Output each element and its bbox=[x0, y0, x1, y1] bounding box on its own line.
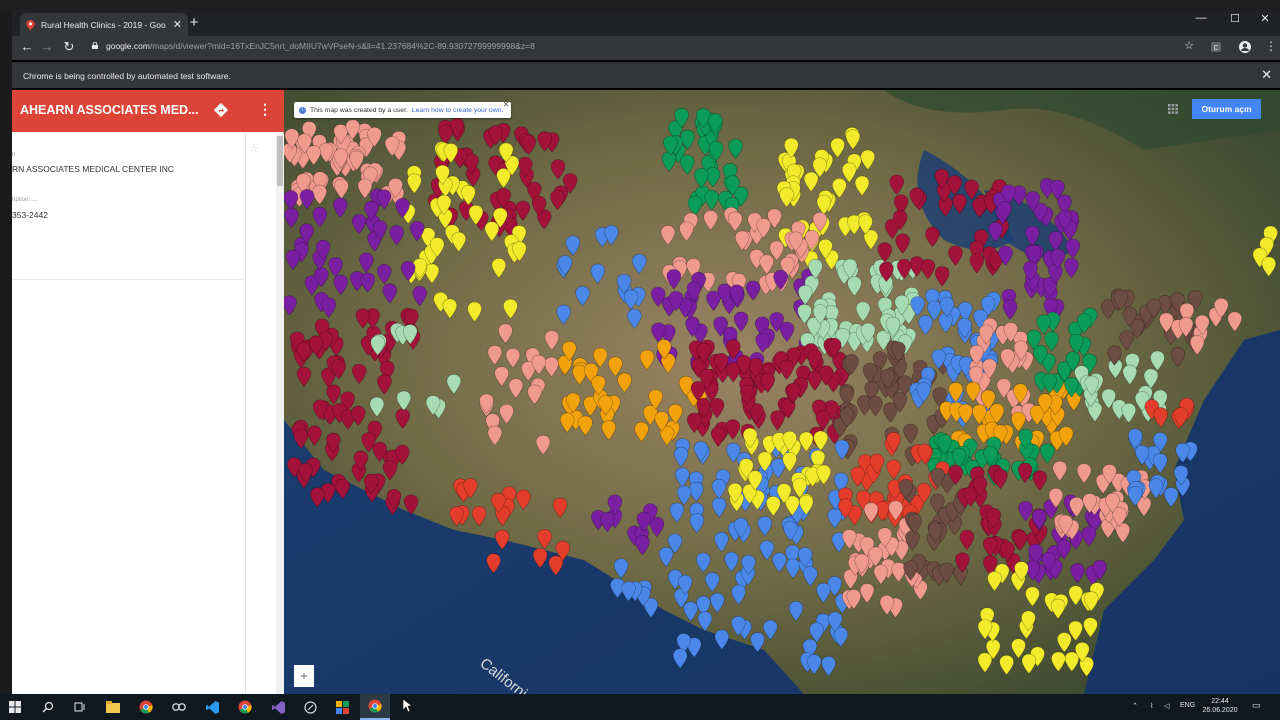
url-field[interactable]: google.com/maps/d/viewer?mid=16TxEnJC5nr… bbox=[106, 41, 535, 51]
user-map-notice: i This map was created by a user. Learn … bbox=[294, 100, 512, 118]
start-icon[interactable] bbox=[0, 694, 30, 720]
infobar-message: Chrome is being controlled by automated … bbox=[23, 71, 231, 81]
satellite-map[interactable]: California bbox=[284, 90, 1280, 694]
desktop-strip bbox=[0, 10, 12, 694]
reload-icon[interactable]: ↻ bbox=[60, 39, 78, 55]
url-path: /maps/d/viewer?mid=16TxEnJC5nrt_doMIIU7w… bbox=[149, 41, 535, 51]
field-name-value: RN ASSOCIATES MEDICAL CENTER INC bbox=[12, 164, 174, 174]
svg-text:C: C bbox=[1213, 45, 1218, 52]
app-icon[interactable] bbox=[164, 694, 194, 720]
volume-icon[interactable]: ◁ bbox=[1164, 702, 1169, 710]
clock[interactable]: 22:44 26.06.2020 bbox=[1200, 697, 1240, 715]
scrollbar-thumb[interactable] bbox=[277, 136, 283, 186]
notice-text: This map was created by a user. bbox=[310, 106, 408, 114]
minimize-icon[interactable]: — bbox=[1186, 12, 1216, 24]
profile-icon[interactable] bbox=[1238, 40, 1252, 54]
sign-in-button[interactable]: Oturum açın bbox=[1192, 99, 1261, 119]
app-icon-3[interactable] bbox=[327, 694, 357, 720]
side-panel-header: AHEARN ASSOCIATES MED... ⋮ bbox=[12, 90, 284, 132]
chrome-icon-2[interactable] bbox=[230, 694, 260, 720]
task-view-icon[interactable] bbox=[65, 694, 95, 720]
maximize-icon[interactable]: ☐ bbox=[1220, 12, 1250, 25]
side-panel-scrollbar[interactable] bbox=[276, 134, 284, 694]
visual-studio-icon[interactable] bbox=[263, 694, 293, 720]
menu-icon[interactable]: ⋮ bbox=[1262, 39, 1280, 53]
forward-icon[interactable]: → bbox=[38, 39, 56, 54]
learn-more-link[interactable]: Learn how to create your own. bbox=[412, 107, 503, 114]
tab-close-icon[interactable]: ✕ bbox=[173, 18, 182, 31]
window-top-edge bbox=[0, 0, 1280, 10]
field-description-value: 353-2442 bbox=[12, 210, 48, 220]
clock-time: 22:44 bbox=[1211, 698, 1229, 705]
place-title: AHEARN ASSOCIATES MED... bbox=[20, 103, 199, 117]
back-icon[interactable]: ← bbox=[18, 39, 36, 54]
divider bbox=[12, 279, 244, 280]
apps-grid-icon[interactable] bbox=[1168, 104, 1178, 114]
map-canvas[interactable]: California i This map was created by a u… bbox=[284, 90, 1280, 694]
url-host: google.com bbox=[106, 41, 150, 51]
tab-bar: Rural Health Clinics - 2019 - Goo ✕ + — … bbox=[12, 10, 1280, 36]
vscode-icon[interactable] bbox=[197, 694, 227, 720]
network-icon[interactable]: ⌇ bbox=[1150, 702, 1153, 710]
directions-icon[interactable] bbox=[213, 102, 229, 118]
file-explorer-icon[interactable] bbox=[98, 694, 128, 720]
notice-close-icon[interactable]: ✕ bbox=[503, 100, 510, 109]
chrome-icon[interactable] bbox=[131, 694, 161, 720]
star-icon[interactable]: ☆ bbox=[249, 142, 259, 155]
app-icon-2[interactable] bbox=[295, 694, 325, 720]
address-bar: ← → ↻ google.com/maps/d/viewer?mid=16TxE… bbox=[12, 36, 1280, 60]
bookmark-star-icon[interactable]: ☆ bbox=[1180, 39, 1198, 52]
automation-infobar: Chrome is being controlled by automated … bbox=[12, 62, 1280, 88]
info-icon: i bbox=[299, 106, 306, 114]
zoom-in-button[interactable]: + bbox=[294, 665, 314, 687]
field-description-label: ription:..... bbox=[12, 197, 39, 203]
clock-date: 26.06.2020 bbox=[1202, 707, 1238, 714]
notification-icon[interactable]: ▭ bbox=[1252, 700, 1261, 711]
taskbar: ⌃ ⌇ ◁ ENG 22:44 26.06.2020 ▭ bbox=[0, 694, 1280, 720]
chrome-active-icon[interactable] bbox=[360, 694, 390, 720]
maps-pin-icon bbox=[26, 19, 35, 30]
side-panel: AHEARN ASSOCIATES MED... ⋮ n RN ASSOCIAT… bbox=[12, 90, 284, 694]
window-close-icon[interactable]: ✕ bbox=[1250, 12, 1280, 25]
field-name-label: n bbox=[12, 152, 16, 158]
tray-chevron-icon[interactable]: ⌃ bbox=[1132, 702, 1138, 710]
extension-icon[interactable]: C bbox=[1209, 40, 1223, 54]
language-indicator[interactable]: ENG bbox=[1180, 702, 1195, 709]
tab-title: Rural Health Clinics - 2019 - Goo bbox=[41, 19, 166, 30]
more-options-icon[interactable]: ⋮ bbox=[258, 101, 272, 118]
lock-icon bbox=[92, 42, 98, 49]
browser-tab[interactable]: Rural Health Clinics - 2019 - Goo ✕ bbox=[20, 13, 188, 36]
side-panel-body: n RN ASSOCIATES MEDICAL CENTER INC ripti… bbox=[12, 132, 246, 694]
mouse-cursor-icon bbox=[403, 699, 413, 713]
new-tab-button[interactable]: + bbox=[184, 14, 204, 31]
infobar-close-icon[interactable]: ✕ bbox=[1261, 67, 1272, 83]
search-icon[interactable] bbox=[33, 694, 63, 720]
